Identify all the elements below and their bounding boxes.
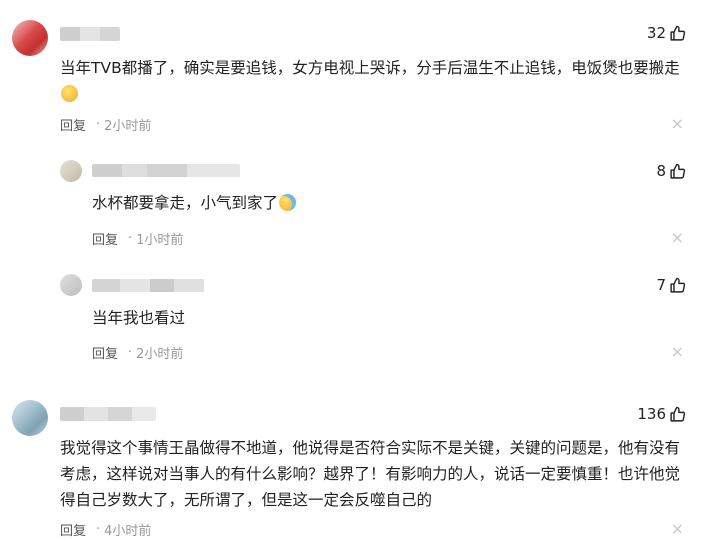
thumbs-up-icon[interactable] [669,406,686,423]
meta-separator: · [128,345,133,360]
avatar[interactable] [12,400,48,436]
like-count[interactable]: 8 [656,162,686,180]
close-icon[interactable]: × [671,114,684,133]
comment-meta: 回复 · 2小时前 [92,343,183,362]
like-count-value: 136 [637,405,666,423]
close-icon[interactable]: × [671,342,684,361]
laugh-cry-face-icon [279,194,297,211]
comment-time: 2小时前 [136,347,184,362]
comment-text: 水杯都要拿走，小气到家了 [92,190,672,216]
comment-time: 1小时前 [136,233,184,248]
comment-meta: 回复 · 4小时前 [60,520,151,539]
like-count-value: 7 [656,276,666,294]
thumbs-up-icon[interactable] [669,163,686,180]
close-icon[interactable]: × [671,228,684,247]
thumbs-up-icon[interactable] [669,277,686,294]
avatar[interactable] [60,274,82,296]
meta-separator: · [96,522,101,537]
comment-meta: 回复 · 1小时前 [92,229,183,248]
reply-button[interactable]: 回复 [92,343,118,362]
like-count[interactable]: 32 [647,24,686,42]
comment-meta: 回复 · 2小时前 [60,115,151,134]
comment-time: 2小时前 [104,119,152,134]
username-blurred[interactable] [60,27,120,41]
like-count[interactable]: 7 [656,276,686,294]
thumbs-up-icon[interactable] [669,25,686,42]
like-count-value: 8 [656,162,666,180]
reply-button[interactable]: 回复 [60,520,86,539]
username-blurred[interactable] [60,407,156,421]
avatar[interactable] [60,160,82,182]
avatar[interactable] [12,20,48,56]
reply-button[interactable]: 回复 [92,229,118,248]
like-count-value: 32 [646,24,666,42]
meta-separator: · [128,231,133,246]
reply-button[interactable]: 回复 [60,115,86,134]
comment-text: 我觉得这个事情王晶做得不地道，他说得是否符合实际不是关键，关键的问题是，他有没有… [60,439,681,509]
username-blurred[interactable] [92,164,240,177]
meta-separator: · [96,117,101,132]
comment-text: 当年我也看过 [92,309,186,327]
comment-text: 当年TVB都播了，确实是要追钱，女方电视上哭诉，分手后温生不止追钱，电饭煲也要搬… [60,55,680,107]
close-icon[interactable]: × [671,519,684,538]
comment-time: 4小时前 [104,524,152,539]
username-blurred[interactable] [92,279,204,292]
like-count[interactable]: 136 [637,405,686,423]
grin-face-icon [61,85,78,102]
